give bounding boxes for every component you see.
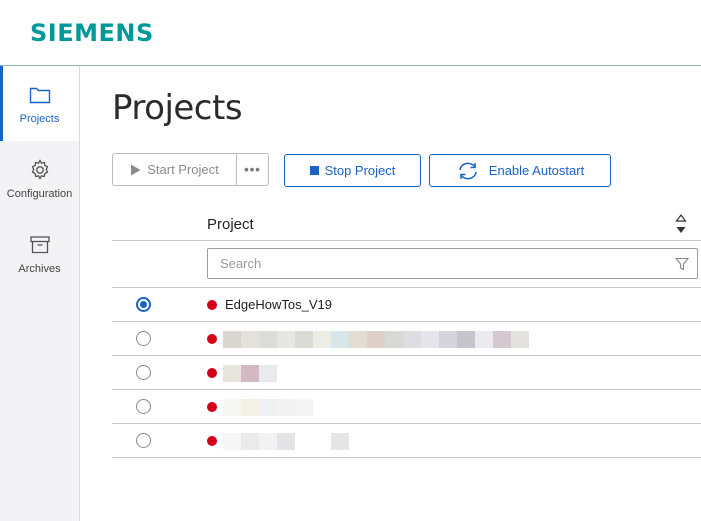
row-select-radio[interactable]	[136, 297, 151, 312]
app-window: SIEMENS Projects Configuration Archives	[0, 0, 701, 521]
table-row[interactable]: EdgeHowTos_V19	[112, 288, 701, 322]
sidebar-item-label: Configuration	[6, 187, 73, 200]
top-header: SIEMENS	[0, 0, 701, 66]
start-project-button[interactable]: Start Project	[112, 153, 237, 186]
search-box	[207, 248, 698, 279]
status-stopped-icon	[207, 300, 217, 310]
row-select-radio[interactable]	[136, 331, 151, 346]
sidebar-item-label: Projects	[19, 112, 60, 125]
folder-icon	[29, 87, 50, 103]
enable-autostart-label: Enable Autostart	[488, 163, 585, 178]
row-select-radio[interactable]	[136, 365, 151, 380]
status-stopped-icon	[207, 402, 217, 412]
row-select-radio[interactable]	[136, 399, 151, 414]
row-select-radio[interactable]	[136, 433, 151, 448]
gear-icon	[31, 158, 48, 180]
stop-project-label: Stop Project	[324, 163, 396, 178]
project-name: EdgeHowTos_V19	[225, 297, 332, 312]
page-title: Projects	[112, 88, 243, 128]
sort-icon[interactable]	[675, 213, 687, 235]
play-icon	[131, 164, 141, 175]
redacted-project-name	[223, 399, 313, 416]
archive-box-icon	[29, 235, 50, 253]
redacted-project-name	[223, 331, 529, 348]
sidebar-item-configuration[interactable]: Configuration	[0, 141, 79, 216]
filter-row	[112, 241, 701, 288]
refresh-icon	[459, 162, 477, 179]
table-row[interactable]	[112, 322, 701, 356]
column-header-project: Project	[207, 216, 254, 233]
more-options-icon: •••	[244, 162, 261, 177]
table-header: Project	[112, 207, 701, 241]
search-input[interactable]	[208, 249, 697, 278]
project-list: EdgeHowTos_V19	[112, 288, 701, 458]
sidebar-item-archives[interactable]: Archives	[0, 216, 79, 291]
table-row[interactable]	[112, 356, 701, 390]
siemens-logo: SIEMENS	[30, 19, 154, 47]
enable-autostart-button[interactable]: Enable Autostart	[429, 154, 611, 187]
stop-project-button[interactable]: Stop Project	[284, 154, 421, 187]
status-stopped-icon	[207, 368, 217, 378]
sidebar-item-label: Archives	[18, 262, 61, 275]
start-project-label: Start Project	[147, 162, 219, 177]
stop-icon	[309, 166, 319, 175]
table-row[interactable]	[112, 390, 701, 424]
sidebar: Projects Configuration Archives	[0, 66, 80, 521]
filter-icon[interactable]	[675, 257, 689, 271]
sidebar-item-projects[interactable]: Projects	[0, 66, 79, 141]
redacted-project-name	[223, 365, 277, 382]
more-options-button[interactable]: •••	[236, 153, 269, 186]
redacted-project-name	[223, 433, 349, 450]
status-stopped-icon	[207, 334, 217, 344]
table-row[interactable]	[112, 424, 701, 458]
status-stopped-icon	[207, 436, 217, 446]
